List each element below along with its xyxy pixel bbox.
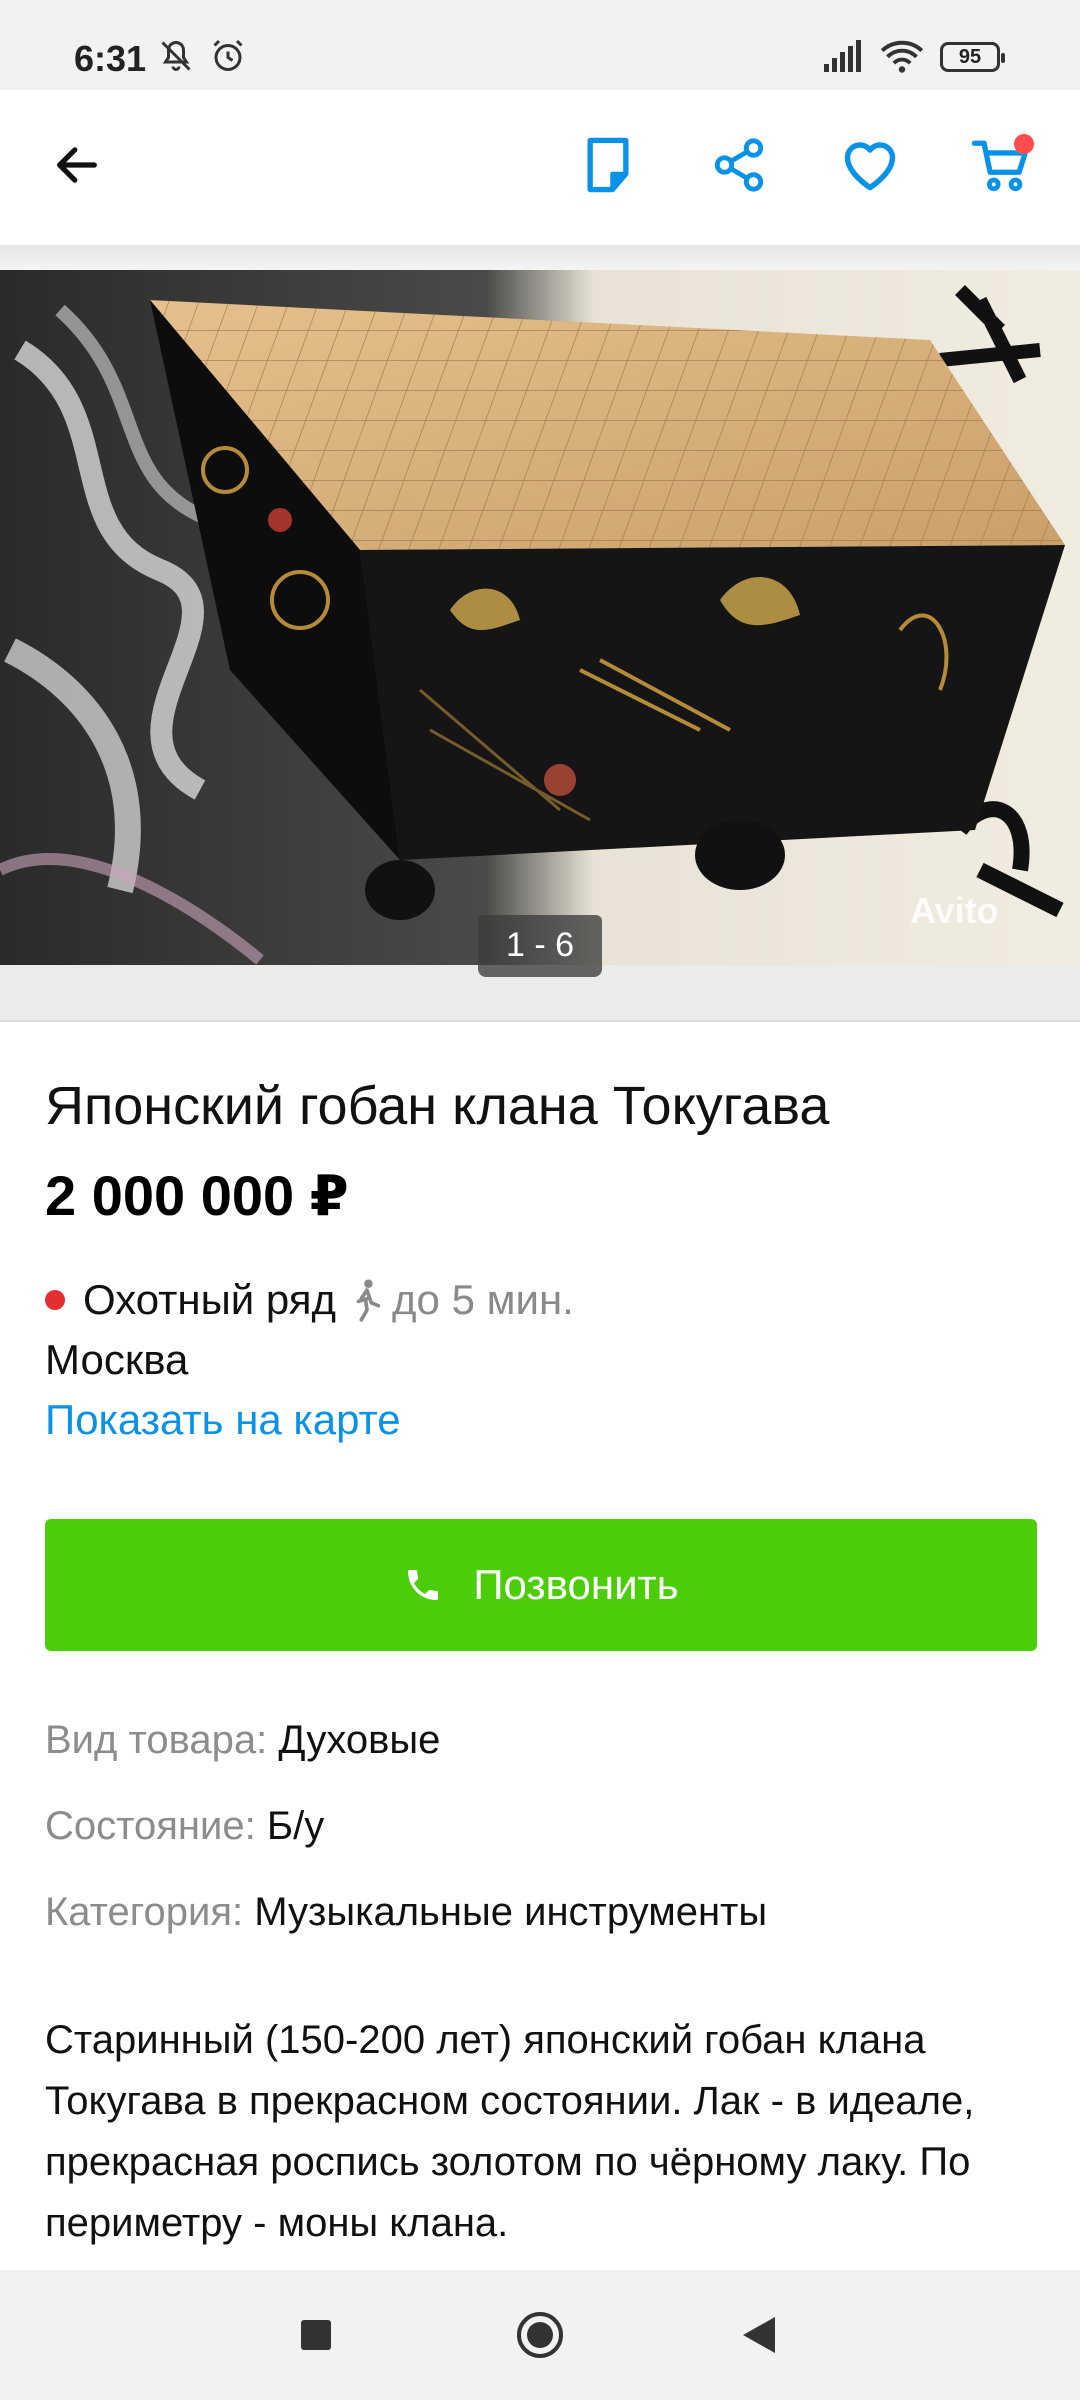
param-row: Состояние: Б/у xyxy=(45,1804,324,1849)
home-button[interactable] xyxy=(505,2300,575,2370)
share-icon xyxy=(714,138,764,192)
note-icon xyxy=(587,137,629,193)
system-nav-bar xyxy=(0,2270,1080,2400)
param-key: Вид товара: xyxy=(45,1718,268,1762)
goban-photo xyxy=(0,270,1080,965)
listing-title: Японский гобан клана Токугава xyxy=(45,1076,830,1136)
metro-line-dot xyxy=(45,1290,65,1310)
walking-person-icon xyxy=(356,1279,381,1322)
city: Москва xyxy=(45,1336,189,1383)
wifi-icon xyxy=(880,38,924,79)
app-bar-shadow xyxy=(0,245,1080,270)
param-value: Б/у xyxy=(266,1804,325,1848)
status-bar: 6:31 95 xyxy=(0,0,1080,90)
status-time: 6:31 xyxy=(74,38,147,79)
share-button[interactable] xyxy=(694,120,784,210)
signal-icon xyxy=(822,38,862,79)
param-value: Духовые xyxy=(278,1718,441,1762)
home-circle-icon xyxy=(517,2312,563,2358)
alarm-icon xyxy=(210,38,246,79)
avito-watermark: Avito xyxy=(910,890,999,931)
app-bar xyxy=(0,90,1080,245)
call-button-label: Позвонить xyxy=(473,1561,679,1608)
param-key: Категория: xyxy=(45,1890,244,1934)
param-value: Музыкальные инструменты xyxy=(254,1890,768,1934)
listing-description: Старинный (150-200 лет) японский гобан к… xyxy=(45,2018,975,2245)
cart-badge xyxy=(1014,134,1034,154)
recents-button[interactable] xyxy=(281,2300,351,2370)
walk-time: до 5 мин. xyxy=(392,1276,574,1323)
back-nav-button[interactable] xyxy=(725,2300,795,2370)
photo-gallery[interactable]: Avito xyxy=(0,270,1080,965)
back-button[interactable] xyxy=(32,120,122,210)
favorite-button[interactable] xyxy=(825,120,915,210)
param-key: Состояние: xyxy=(45,1804,256,1848)
note-button[interactable] xyxy=(563,120,653,210)
back-arrow-icon xyxy=(57,147,97,183)
recents-square-icon xyxy=(301,2320,331,2350)
cart-button[interactable] xyxy=(956,120,1046,210)
walk-info: до 5 мин. xyxy=(350,1276,574,1324)
call-button[interactable]: Позвонить xyxy=(45,1519,1037,1651)
photo-counter: 1 - 6 xyxy=(478,915,602,977)
show-on-map-link[interactable]: Показать на карте xyxy=(45,1396,401,1444)
metro-station: Охотный ряд xyxy=(83,1276,337,1323)
mute-icon xyxy=(158,38,194,79)
listing-price: 2 000 000 ₽ xyxy=(45,1164,349,1227)
metro-info: Охотный ряд до 5 мин. xyxy=(45,1272,574,1328)
param-row: Вид товара: Духовые xyxy=(45,1718,440,1763)
back-triangle-icon xyxy=(743,2317,775,2353)
heart-icon xyxy=(844,142,896,191)
param-row: Категория: Музыкальные инструменты xyxy=(45,1890,767,1935)
phone-icon xyxy=(408,1570,439,1600)
battery-indicator: 95 xyxy=(940,42,1005,72)
